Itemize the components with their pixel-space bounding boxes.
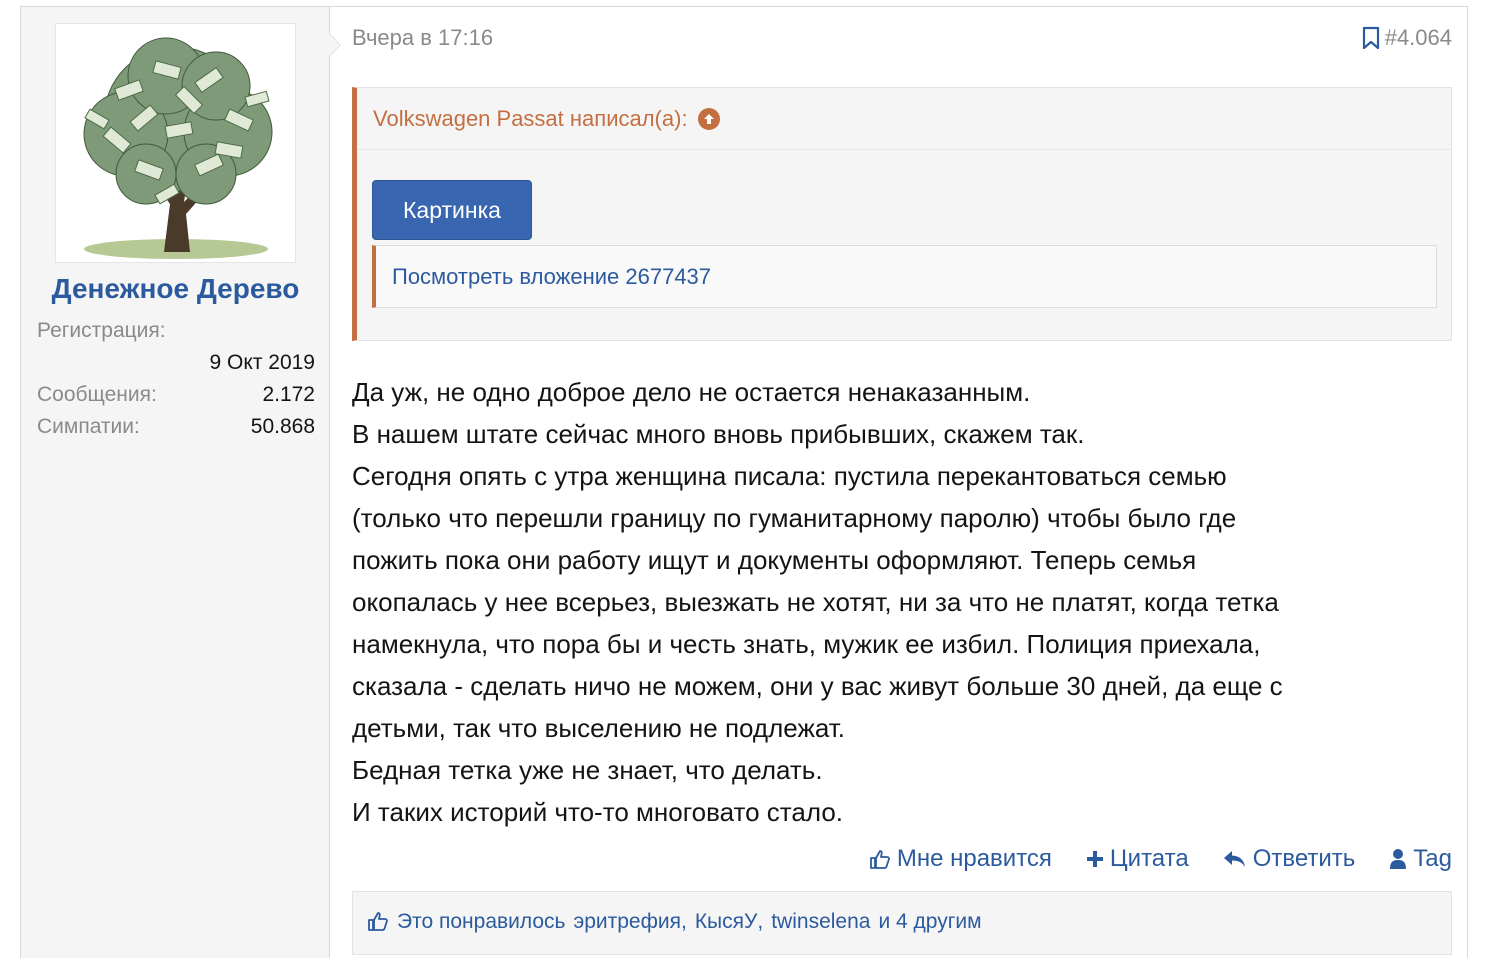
- post-number-text: #4.064: [1384, 25, 1452, 50]
- body-line: пожить пока они работу ищут и документы …: [352, 545, 1197, 575]
- body-line: сказала - сделать ничо не можем, они у в…: [352, 671, 1283, 701]
- quote-header[interactable]: Volkswagen Passat написал(а):: [357, 88, 1451, 150]
- money-tree-image: [83, 37, 273, 259]
- stat-value[interactable]: 2.172: [262, 383, 315, 407]
- body-line: детьми, так что выселению не подлежат.: [352, 713, 845, 743]
- post-content: Вчера в 17:16 #4.064 Volkswagen Passat н…: [352, 7, 1452, 958]
- post-number[interactable]: #4.064: [1361, 25, 1452, 51]
- post-actions: Мне нравится Цитата Ответить Tag: [869, 845, 1452, 873]
- stat-label: Сообщения:: [37, 383, 157, 406]
- liker-link[interactable]: twinselena: [771, 910, 870, 954]
- tag-label: Tag: [1413, 845, 1452, 872]
- attachment-link[interactable]: Посмотреть вложение 2677437: [372, 245, 1437, 308]
- thumbs-up-icon: [869, 850, 890, 869]
- forum-post: Денежное Дерево Регистрация: 9 Окт 2019 …: [20, 6, 1468, 958]
- body-line: Сегодня опять с утра женщина писала: пус…: [352, 461, 1227, 491]
- like-button[interactable]: Мне нравится: [869, 845, 1052, 873]
- user-info-panel: Денежное Дерево Регистрация: 9 Окт 2019 …: [21, 7, 341, 958]
- stat-row-messages: Сообщения: 2.172: [37, 383, 315, 415]
- reply-label: Ответить: [1252, 845, 1356, 872]
- body-line: намекнула, что пора бы и честь знать, му…: [352, 629, 1261, 659]
- body-line: И таких историй что-то многовато стало.: [352, 797, 844, 827]
- quote-label: Цитата: [1109, 845, 1189, 872]
- arrow-up-circle-icon[interactable]: [697, 108, 720, 130]
- stat-value: 50.868: [250, 415, 315, 438]
- thumbs-up-icon: [368, 912, 388, 931]
- quote-author: Volkswagen Passat написал(а):: [373, 106, 688, 131]
- username[interactable]: Денежное Дерево: [21, 273, 330, 305]
- tag-button[interactable]: Tag: [1389, 845, 1452, 873]
- bookmark-icon: [1362, 26, 1379, 50]
- body-line: окопалась у нее всерьез, выезжать не хот…: [352, 587, 1279, 617]
- reply-button[interactable]: Ответить: [1223, 845, 1356, 873]
- liker-separator: ,: [757, 910, 764, 933]
- likes-summary: Это понравилось эритрефия, КысяУ, twinse…: [352, 891, 1452, 955]
- plus-icon: [1086, 851, 1103, 867]
- body-line: (только что перешли границу по гуманитар…: [352, 503, 1237, 533]
- likes-others-link[interactable]: и 4 другим: [878, 910, 981, 954]
- avatar[interactable]: [55, 23, 296, 263]
- panel-arrow-inner: [329, 34, 340, 56]
- stat-row-registration: Регистрация:: [37, 319, 315, 351]
- quote-block: Volkswagen Passat написал(а): Картинка П…: [352, 87, 1452, 341]
- quote-button[interactable]: Цитата: [1086, 845, 1189, 873]
- reply-icon: [1223, 851, 1245, 867]
- body-line: В нашем штате сейчас много вновь прибывш…: [352, 419, 1085, 449]
- post-body: Да уж, не одно доброе дело не остается н…: [352, 371, 1462, 833]
- stat-value: 9 Окт 2019: [209, 351, 315, 374]
- user-stats: Регистрация: 9 Окт 2019 Сообщения: 2.172…: [37, 319, 315, 447]
- stat-row-registration-date: 9 Окт 2019: [37, 351, 315, 383]
- post-date[interactable]: Вчера в 17:16: [352, 25, 493, 51]
- liker-link[interactable]: эритрефия: [574, 910, 681, 954]
- stat-label: Регистрация:: [37, 319, 166, 342]
- stat-row-likes: Симпатии: 50.868: [37, 415, 315, 447]
- user-icon: [1390, 849, 1407, 869]
- spoiler-button[interactable]: Картинка: [372, 180, 532, 240]
- body-line: Бедная тетка уже не знает, что делать.: [352, 755, 823, 785]
- like-label: Мне нравится: [896, 845, 1052, 872]
- liker-link[interactable]: КысяУ: [695, 910, 758, 954]
- stat-label: Симпатии:: [37, 415, 140, 438]
- liker-separator: ,: [680, 910, 687, 933]
- likes-prefix: Это понравилось: [397, 910, 566, 933]
- body-line: Да уж, не одно доброе дело не остается н…: [352, 377, 1031, 407]
